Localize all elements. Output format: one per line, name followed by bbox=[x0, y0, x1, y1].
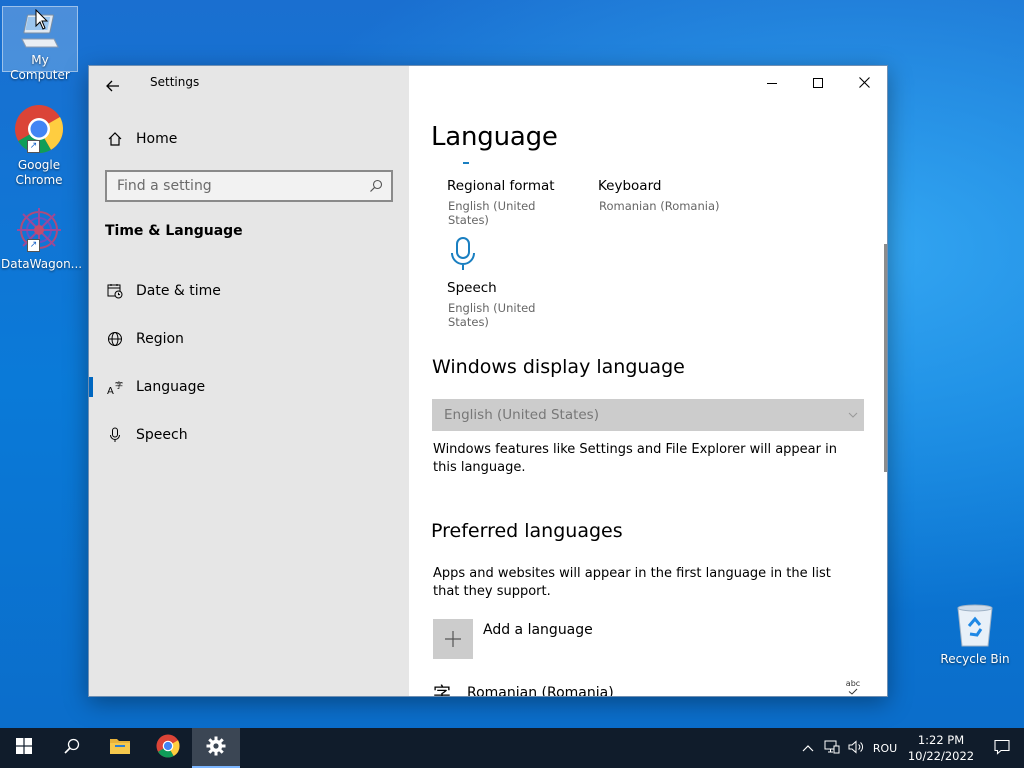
language-list-item[interactable]: 字 Romanian (Romania) abc bbox=[433, 678, 863, 696]
app-title: Settings bbox=[150, 75, 200, 89]
chrome-icon: ↗ bbox=[14, 104, 64, 156]
tile-title: Keyboard bbox=[598, 178, 662, 194]
recycle-bin-icon bbox=[955, 602, 995, 648]
shortcut-arrow-icon: ↗ bbox=[27, 140, 40, 153]
desktop-icon-label: Google Chrome bbox=[15, 158, 63, 187]
gear-icon bbox=[206, 736, 226, 760]
language-name: Romanian (Romania) bbox=[467, 685, 614, 696]
microphone-icon bbox=[105, 425, 125, 445]
minimize-icon bbox=[767, 73, 777, 92]
nav-home[interactable]: Home bbox=[89, 119, 409, 159]
spellcheck-icon: abc bbox=[843, 678, 863, 697]
settings-nav-pane: Settings Home Find a setting Time & Lang… bbox=[89, 66, 409, 696]
windows-logo-icon bbox=[16, 738, 32, 758]
desktop-icon-recycle-bin[interactable]: Recycle Bin bbox=[937, 602, 1013, 667]
globe-icon bbox=[105, 329, 125, 349]
desktop-icon-label: Recycle Bin bbox=[940, 652, 1010, 666]
search-icon bbox=[64, 738, 80, 758]
shortcut-arrow-icon: ↗ bbox=[27, 239, 40, 252]
add-language-button[interactable]: Add a language bbox=[433, 619, 593, 659]
nav-item-label: Speech bbox=[136, 427, 188, 443]
microphone-icon bbox=[450, 237, 476, 275]
home-icon bbox=[105, 129, 125, 149]
back-arrow-icon bbox=[106, 77, 120, 96]
nav-section-title: Time & Language bbox=[105, 223, 243, 239]
clock-time: 1:22 PM bbox=[917, 733, 965, 747]
tile-subtitle: English (United States) bbox=[448, 199, 536, 227]
tile-keyboard[interactable]: Keyboard Romanian (Romania) bbox=[598, 176, 728, 216]
desktop-icon-label: DataWagon... bbox=[1, 257, 83, 271]
datawagon-icon: ↗ bbox=[14, 205, 64, 255]
close-button[interactable] bbox=[841, 66, 887, 98]
nav-item-label: Region bbox=[136, 331, 184, 347]
dropdown-value: English (United States) bbox=[444, 407, 599, 423]
desktop-icon-label: My Computer bbox=[10, 53, 70, 82]
tile-subtitle: Romanian (Romania) bbox=[599, 199, 720, 213]
taskbar: ROU 1:22 PM 10/22/2022 bbox=[0, 728, 1024, 768]
volume-button[interactable] bbox=[844, 728, 868, 768]
svg-text:字: 字 bbox=[115, 380, 123, 390]
language-glyph-icon: 字 bbox=[433, 684, 451, 696]
nav-item-language[interactable]: A字 Language bbox=[89, 367, 409, 407]
input-language-indicator[interactable]: ROU bbox=[868, 742, 902, 755]
minimize-button[interactable] bbox=[749, 66, 795, 98]
cropped-icon-fragment bbox=[463, 162, 469, 164]
chevron-down-icon bbox=[848, 412, 862, 418]
maximize-button[interactable] bbox=[795, 66, 841, 98]
content-scrollbar[interactable] bbox=[884, 244, 887, 472]
notification-icon bbox=[994, 739, 1010, 758]
action-center-button[interactable] bbox=[980, 728, 1024, 768]
start-button[interactable] bbox=[0, 728, 48, 768]
tile-subtitle: English (United States) bbox=[448, 301, 536, 329]
nav-item-date-time[interactable]: Date & time bbox=[89, 271, 409, 311]
search-input[interactable]: Find a setting bbox=[105, 170, 393, 202]
display-language-heading: Windows display language bbox=[432, 356, 685, 378]
mouse-cursor-icon bbox=[35, 8, 49, 35]
speaker-icon bbox=[848, 739, 864, 757]
chrome-icon bbox=[156, 734, 180, 762]
clock-date: 10/22/2022 bbox=[907, 749, 975, 763]
maximize-icon bbox=[813, 73, 823, 92]
add-language-label: Add a language bbox=[483, 622, 593, 638]
network-button[interactable] bbox=[820, 728, 844, 768]
show-hidden-icons-button[interactable] bbox=[796, 728, 820, 768]
nav-home-label: Home bbox=[136, 131, 178, 147]
settings-content-pane: Language Regional format English (United… bbox=[409, 66, 887, 696]
spellcheck-label: abc bbox=[845, 678, 861, 688]
search-placeholder: Find a setting bbox=[117, 178, 212, 194]
tile-title: Speech bbox=[447, 280, 497, 296]
desktop-icon-datawagon[interactable]: ↗ DataWagon... bbox=[1, 205, 83, 272]
preferred-languages-description: Apps and websites will appear in the fir… bbox=[433, 566, 831, 599]
svg-text:A: A bbox=[107, 386, 114, 395]
plus-icon bbox=[433, 619, 473, 659]
nav-item-speech[interactable]: Speech bbox=[89, 415, 409, 455]
nav-item-label: Language bbox=[136, 379, 206, 395]
calendar-clock-icon bbox=[105, 281, 125, 301]
tile-speech[interactable]: Speech English (United States) bbox=[447, 234, 577, 329]
nav-item-region[interactable]: Region bbox=[89, 319, 409, 359]
clock[interactable]: 1:22 PM 10/22/2022 bbox=[902, 732, 980, 764]
taskbar-search-button[interactable] bbox=[48, 728, 96, 768]
chevron-up-icon bbox=[802, 742, 814, 755]
network-icon bbox=[824, 740, 840, 757]
settings-window: Settings Home Find a setting Time & Lang… bbox=[88, 65, 888, 697]
taskbar-file-explorer[interactable] bbox=[96, 728, 144, 768]
taskbar-settings[interactable] bbox=[192, 728, 240, 768]
back-button[interactable] bbox=[99, 72, 127, 100]
search-icon bbox=[361, 179, 391, 193]
tile-title: Regional format bbox=[447, 178, 555, 194]
folder-icon bbox=[109, 737, 131, 759]
close-icon bbox=[858, 73, 870, 92]
taskbar-chrome[interactable] bbox=[144, 728, 192, 768]
display-language-dropdown[interactable]: English (United States) bbox=[432, 399, 864, 431]
nav-item-label: Date & time bbox=[136, 283, 221, 299]
tile-regional-format[interactable]: Regional format English (United States) bbox=[447, 176, 577, 227]
page-title: Language bbox=[431, 122, 558, 152]
system-tray: ROU 1:22 PM 10/22/2022 bbox=[796, 728, 1024, 768]
display-language-description: Windows features like Settings and File … bbox=[433, 442, 837, 475]
language-icon: A字 bbox=[105, 377, 125, 397]
preferred-languages-heading: Preferred languages bbox=[431, 520, 623, 542]
desktop-icon-google-chrome[interactable]: ↗ Google Chrome bbox=[1, 104, 77, 188]
